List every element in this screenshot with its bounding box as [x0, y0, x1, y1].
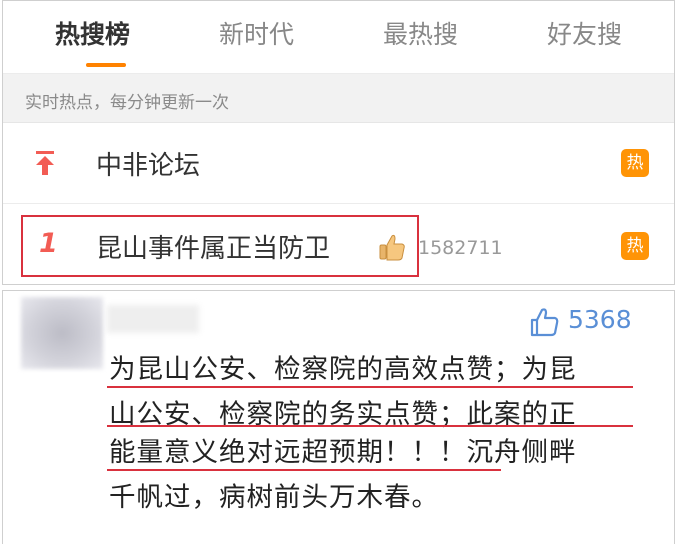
search-count: 1582711: [418, 237, 503, 259]
username-redacted: [107, 305, 199, 333]
list-item[interactable]: 中非论坛 热: [3, 123, 674, 204]
thumbs-up-outline-icon[interactable]: [528, 307, 560, 337]
realtime-subheader: 实时热点，每分钟更新一次: [3, 74, 674, 123]
tab-bar: 热搜榜 新时代 最热搜 好友搜: [3, 1, 674, 74]
tab-friends-search[interactable]: 好友搜: [547, 15, 622, 51]
row-title: 中非论坛: [96, 151, 201, 181]
subheader-text: 实时热点，每分钟更新一次: [25, 93, 229, 113]
pinned-arrow-icon: [36, 151, 54, 175]
red-underline: [107, 425, 633, 427]
tab-new-era[interactable]: 新时代: [219, 15, 294, 51]
hot-badge: 热: [621, 232, 649, 260]
red-underline: [107, 386, 633, 388]
highlight-box: [21, 215, 419, 277]
likes[interactable]: 5368: [528, 305, 648, 337]
active-tab-indicator: [86, 63, 126, 67]
hot-badge: 热: [621, 149, 649, 177]
tab-hot-search[interactable]: 热搜榜: [55, 15, 130, 51]
comment-panel: 5368 为昆山公安、检察院的高效点赞；为昆 山公安、检察院的务实点赞；此案的正…: [2, 290, 675, 544]
likes-count: 5368: [568, 305, 632, 334]
hot-search-panel: 热搜榜 新时代 最热搜 好友搜 实时热点，每分钟更新一次 中非论坛 热 1 昆山…: [2, 0, 675, 285]
comment-line: 为昆山公安、检察院的高效点赞；为昆: [109, 354, 577, 385]
comment-line: 能量意义绝对远超预期！！！沉舟侧畔: [109, 437, 577, 468]
avatar[interactable]: [21, 297, 103, 369]
comment-line: 千帆过，病树前头万木春。: [109, 482, 439, 513]
red-underline: [107, 469, 501, 471]
tab-hottest[interactable]: 最热搜: [383, 15, 458, 51]
